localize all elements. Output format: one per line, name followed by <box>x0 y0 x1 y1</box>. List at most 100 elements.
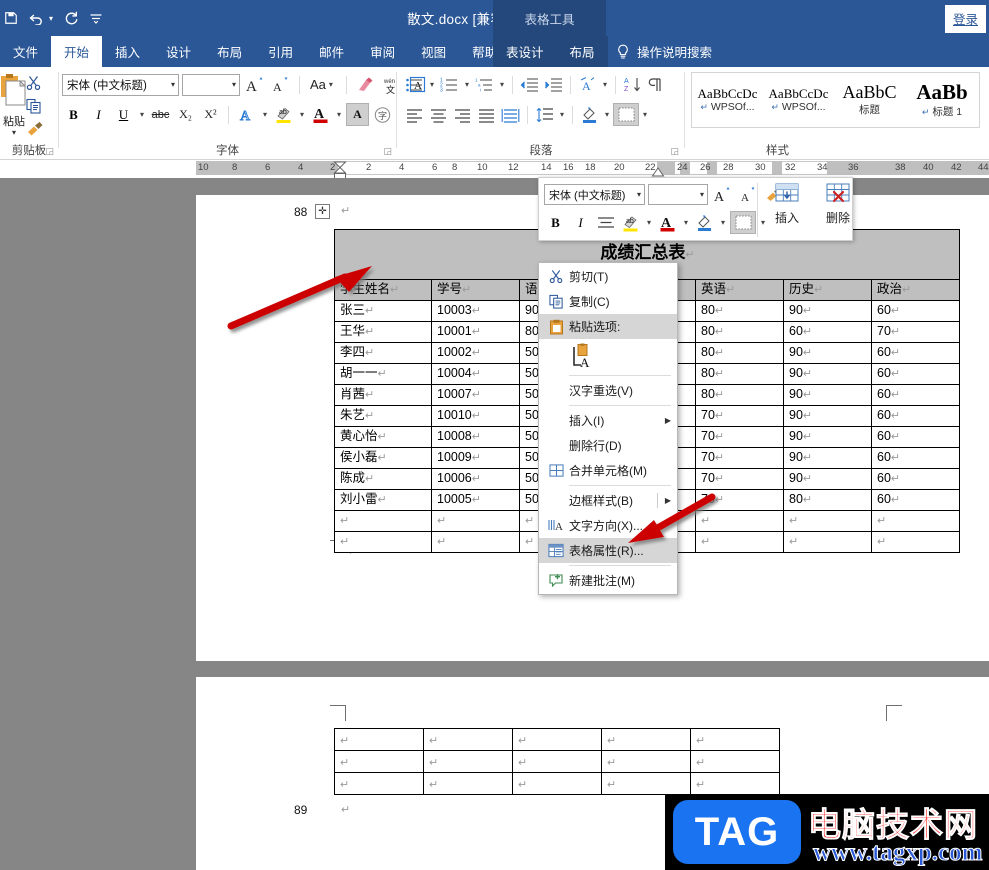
align-center-icon[interactable] <box>594 211 617 234</box>
menu-item-insert[interactable]: 插入(I) ▶ <box>539 408 677 433</box>
table-cell-history[interactable]: 90↵ <box>783 426 872 448</box>
table-cell-name[interactable]: 李四↵ <box>334 342 432 364</box>
shading-icon[interactable] <box>693 211 716 234</box>
numbered-list-icon[interactable]: 123 <box>438 73 461 96</box>
style-item-wpsoffice-1[interactable]: AaBbCcDc ↵ WPSOf... <box>692 73 763 127</box>
numbered-list-dropdown-icon[interactable]: ▾ <box>462 80 472 89</box>
table-cell-politics[interactable]: ↵ <box>871 510 960 532</box>
sign-in-button[interactable]: 登录 <box>944 5 986 33</box>
menu-item-text-direction[interactable]: A 文字方向(X)... <box>539 513 677 538</box>
table-cell-politics[interactable]: 70↵ <box>871 321 960 343</box>
show-paragraph-marks-icon[interactable] <box>645 73 668 96</box>
table-row[interactable]: ↵ ↵ ↵ ↵ ↵ <box>334 772 780 795</box>
distribute-icon[interactable] <box>499 103 522 126</box>
superscript-button[interactable]: X² <box>199 103 222 126</box>
copy-button[interactable] <box>22 94 56 117</box>
table-cell[interactable]: ↵ <box>334 728 424 751</box>
text-effects-dropdown-icon[interactable]: ▾ <box>260 110 270 119</box>
table-cell[interactable]: ↵ <box>512 772 602 795</box>
tab-table-layout[interactable]: 布局 <box>556 36 608 67</box>
font-size-combo[interactable]: ▾ <box>182 73 240 96</box>
customize-qat-icon[interactable] <box>90 12 102 24</box>
menu-item-merge-cells[interactable]: 合并单元格(M) <box>539 458 677 483</box>
highlight-icon[interactable]: ab <box>619 211 642 234</box>
shrink-font-icon[interactable]: A <box>269 73 292 96</box>
document-canvas[interactable]: 88 ✛ ↵ ↵ 成绩汇总表↵ 学生姓名↵ 学号↵ 语文↵ 数学↵ <box>0 178 989 870</box>
character-shading-icon[interactable]: A <box>346 103 369 126</box>
table-cell[interactable]: ↵ <box>423 750 513 773</box>
borders-icon[interactable] <box>613 103 639 126</box>
format-painter-button[interactable] <box>22 117 56 140</box>
table-cell-english[interactable]: 70↵ <box>695 426 784 448</box>
chinese-layout-dropdown-icon[interactable]: ▾ <box>600 80 610 89</box>
tab-mailings[interactable]: 邮件 <box>306 36 357 67</box>
sort-icon[interactable]: AZ <box>621 73 644 96</box>
underline-button[interactable]: U <box>112 103 135 126</box>
table-cell-name[interactable]: 侯小磊↵ <box>334 447 432 469</box>
table-cell-english[interactable]: ↵ <box>695 510 784 532</box>
table-cell-id[interactable]: ↵ <box>431 531 520 553</box>
cut-button[interactable] <box>22 71 56 94</box>
menu-item-cut[interactable]: 剪切(T) <box>539 264 677 289</box>
table-cell[interactable]: ↵ <box>423 772 513 795</box>
shading-dropdown-icon[interactable]: ▾ <box>602 110 612 119</box>
font-name-combo[interactable]: 宋体 (中文标题) ▾ <box>62 73 179 96</box>
table-cell-id[interactable]: 10008↵ <box>431 426 520 448</box>
table-cell-id[interactable]: ↵ <box>431 510 520 532</box>
table-row[interactable]: ↵ ↵ ↵ ↵ ↵ <box>334 750 780 773</box>
table-cell-history[interactable]: 90↵ <box>783 300 872 322</box>
menu-item-table-properties[interactable]: 表格属性(R)... <box>539 538 677 563</box>
tab-references[interactable]: 引用 <box>255 36 306 67</box>
table-cell-politics[interactable]: 60↵ <box>871 405 960 427</box>
font-dialog-launcher[interactable]: ◲ <box>383 146 392 157</box>
table-cell-history[interactable]: 90↵ <box>783 384 872 406</box>
table-cell-name[interactable]: 刘小雷↵ <box>334 489 432 511</box>
borders-dropdown-icon[interactable]: ▾ <box>640 110 650 119</box>
table-cell-history[interactable]: ↵ <box>783 510 872 532</box>
table-cell-name[interactable]: 肖茜↵ <box>334 384 432 406</box>
grow-font-icon[interactable]: A <box>711 183 734 206</box>
table-cell-history[interactable]: 80↵ <box>783 489 872 511</box>
mini-bold-button[interactable]: B <box>544 211 567 234</box>
table-cell-id[interactable]: 10002↵ <box>431 342 520 364</box>
style-item-wpsoffice-2[interactable]: AaBbCcDc ↵ WPSOf... <box>763 73 834 127</box>
table-cell-politics[interactable]: 60↵ <box>871 426 960 448</box>
clear-formatting-icon[interactable] <box>354 73 377 96</box>
table-row[interactable]: ↵ ↵ ↵ ↵ ↵ <box>334 728 780 751</box>
style-item-heading-1[interactable]: AaBb ↵ 标题 1 <box>905 73 979 127</box>
undo-dropdown-icon[interactable]: ▾ <box>49 14 53 23</box>
shading-dropdown-icon[interactable]: ▾ <box>718 218 728 227</box>
table-cell[interactable]: ↵ <box>690 750 780 773</box>
table-cell-id[interactable]: 10005↵ <box>431 489 520 511</box>
table-cell[interactable]: ↵ <box>601 750 691 773</box>
menu-item-delete-row[interactable]: 删除行(D) <box>539 433 677 458</box>
quick-access-toolbar[interactable]: ▾ <box>0 0 102 36</box>
horizontal-ruler[interactable]: 10 8 6 4 2 2 4 6 8 10 12 14 16 18 20 22 … <box>0 161 989 181</box>
font-color-icon[interactable]: A <box>656 211 679 234</box>
table-cell-history[interactable]: 60↵ <box>783 321 872 343</box>
change-case-button[interactable]: Aa ▾ <box>307 73 339 96</box>
underline-dropdown-icon[interactable]: ▾ <box>137 110 147 119</box>
tab-insert[interactable]: 插入 <box>102 36 153 67</box>
table-cell-english[interactable]: 70↵ <box>695 489 784 511</box>
mini-delete-button[interactable]: 删除 <box>818 182 858 226</box>
align-right-icon[interactable] <box>451 103 474 126</box>
decrease-indent-icon[interactable] <box>518 73 541 96</box>
font-color-dropdown-icon[interactable]: ▾ <box>334 110 344 119</box>
tab-file[interactable]: 文件 <box>0 36 51 67</box>
menu-item-reselect-hanzi[interactable]: 汉字重选(V) <box>539 378 677 403</box>
table-cell-name[interactable]: 陈成↵ <box>334 468 432 490</box>
mini-italic-button[interactable]: I <box>569 211 592 234</box>
chinese-layout-icon[interactable]: A <box>576 73 599 96</box>
table-cell-politics[interactable]: 60↵ <box>871 468 960 490</box>
table-cell[interactable]: ↵ <box>334 750 424 773</box>
align-center-icon[interactable] <box>427 103 450 126</box>
col-header-history[interactable]: 历史↵ <box>783 279 872 301</box>
strikethrough-button[interactable]: abc <box>149 103 172 126</box>
table-cell-name[interactable]: 胡一一↵ <box>334 363 432 385</box>
col-header-english[interactable]: 英语↵ <box>695 279 784 301</box>
continued-table[interactable]: ↵ ↵ ↵ ↵ ↵ ↵ ↵ ↵ ↵ ↵ ↵ ↵ ↵ ↵ ↵ <box>334 728 780 795</box>
tab-home[interactable]: 开始 <box>51 36 103 67</box>
font-color-icon[interactable]: A <box>309 103 332 126</box>
table-cell-history[interactable]: 90↵ <box>783 405 872 427</box>
